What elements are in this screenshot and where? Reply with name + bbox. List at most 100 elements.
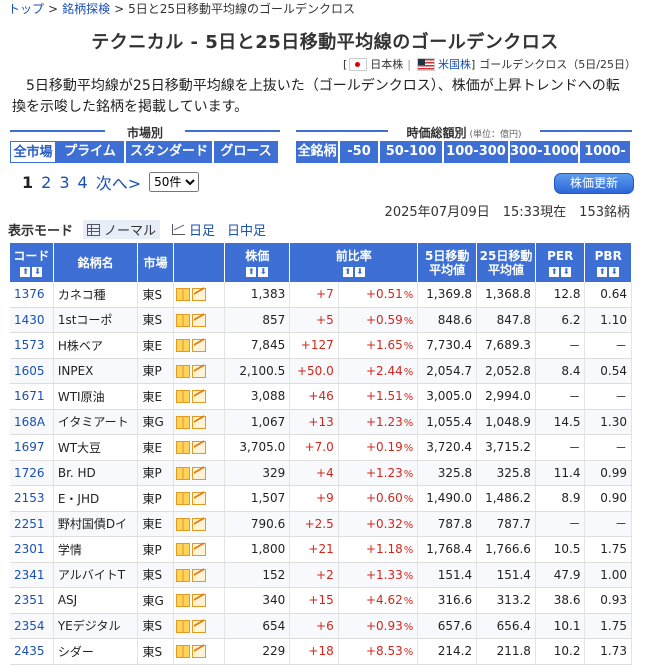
table-row[interactable]: 1430 1stコーポ 東S 857 +5 +0.59% 848.6 847.8 6.2 1.10 <box>10 307 632 333</box>
stock-code-link[interactable]: 2435 <box>10 638 54 665</box>
breadcrumb-search-link[interactable]: 銘柄探検 <box>62 2 110 16</box>
breadcrumb-top-link[interactable]: トップ <box>8 2 44 16</box>
table-row[interactable]: 168A イタミアート 東G 1,067 +13 +1.23% 1,055.4 1,048.9… <box>10 409 632 435</box>
chart-icon[interactable] <box>191 441 206 455</box>
book-icon[interactable] <box>175 415 190 429</box>
book-icon[interactable] <box>175 517 190 531</box>
chart-icon[interactable] <box>191 619 206 633</box>
mode-daily-mid[interactable]: 日中足 <box>227 220 266 239</box>
chart-icon[interactable] <box>191 339 206 353</box>
stock-code-link[interactable]: 2301 <box>10 536 54 563</box>
table-row[interactable]: 1605 INPEX 東P 2,100.5 +50.0 +2.44% 2,054.7 2,05… <box>10 358 632 384</box>
book-icon[interactable] <box>175 492 190 506</box>
sort-down-icon[interactable]: ⬇ <box>561 266 572 277</box>
col-change[interactable]: 前比率 ⬆ ⬇ <box>289 243 419 282</box>
chart-icon[interactable] <box>191 645 206 659</box>
market-cap-tab[interactable]: -50 <box>340 141 380 163</box>
chart-icon[interactable] <box>191 517 206 531</box>
book-icon[interactable] <box>175 339 190 353</box>
stock-code-link[interactable]: 1726 <box>10 460 54 486</box>
sort-down-icon[interactable]: ⬇ <box>354 266 365 277</box>
us-stocks-link[interactable]: 米国株 <box>438 56 471 72</box>
next-page-link[interactable]: 次へ> <box>96 170 141 194</box>
page-link-4[interactable]: 4 <box>78 173 88 192</box>
table-row[interactable]: 2301 学情 東P 1,800 +21 +1.18% 1,768.4 1,766.6 10.5… <box>10 536 632 563</box>
market-cap-tab[interactable]: 全銘柄 <box>296 141 340 163</box>
market-tab[interactable]: グロース <box>214 141 280 163</box>
book-icon[interactable] <box>175 568 190 582</box>
market-cap-tab[interactable]: 300-1000 <box>510 141 580 163</box>
table-row[interactable]: 2351 ASJ 東G 340 +15 +4.62% 316.6 313.2 38.6 0.93 <box>10 587 632 614</box>
stock-code-link[interactable]: 2341 <box>10 562 54 588</box>
book-icon[interactable] <box>175 594 190 608</box>
table-row[interactable]: 1697 WT大豆 東E 3,705.0 +7.0 +0.19% 3,720.4 3,715.… <box>10 434 632 461</box>
book-icon[interactable] <box>175 645 190 659</box>
chart-icon[interactable] <box>191 543 206 557</box>
col-price[interactable]: 株価 ⬆ ⬇ <box>224 243 291 282</box>
page-link-2[interactable]: 2 <box>41 173 51 192</box>
book-icon[interactable] <box>175 543 190 557</box>
sort-up-icon[interactable]: ⬆ <box>20 266 31 277</box>
us-flag-icon[interactable] <box>417 57 435 71</box>
stock-code-link[interactable]: 2153 <box>10 485 54 512</box>
table-row[interactable]: 1726 Br. HD 東P 329 +4 +1.23% 325.8 325.8 11.4 0.9… <box>10 460 632 486</box>
table-row[interactable]: 2153 E・JHD 東P 1,507 +9 +0.60% 1,490.0 1,486.2 8.… <box>10 485 632 512</box>
refresh-prices-button[interactable]: 株価更新 <box>554 173 634 194</box>
stock-code-link[interactable]: 1605 <box>10 358 54 384</box>
book-icon[interactable] <box>175 390 190 404</box>
stock-code-link[interactable]: 168A <box>10 409 54 435</box>
chart-icon[interactable] <box>191 364 206 378</box>
chart-icon[interactable] <box>191 466 206 480</box>
table-row[interactable]: 2354 YEデジタル 東S 654 +6 +0.93% 657.6 656.4 10.1 1.7… <box>10 613 632 639</box>
per-value: － <box>535 511 586 537</box>
stock-code-link[interactable]: 1697 <box>10 434 54 461</box>
sort-down-icon[interactable]: ⬇ <box>258 266 269 277</box>
chart-icon[interactable] <box>191 492 206 506</box>
stock-code-link[interactable]: 1376 <box>10 282 54 308</box>
table-row[interactable]: 1671 WTI原油 東E 3,088 +46 +1.51% 3,005.0 2,994.0 －… <box>10 383 632 410</box>
market-cap-tab[interactable]: 1000- <box>580 141 632 163</box>
stock-code-link[interactable]: 2351 <box>10 587 54 614</box>
sort-up-icon[interactable]: ⬆ <box>246 266 257 277</box>
book-icon[interactable] <box>175 288 190 302</box>
sort-up-icon[interactable]: ⬆ <box>549 266 560 277</box>
table-row[interactable]: 2341 アルバイトT 東S 152 +2 +1.33% 151.4 151.4 47.9 1.0… <box>10 562 632 588</box>
sort-up-icon[interactable]: ⬆ <box>597 266 608 277</box>
market-cap-tab[interactable]: 100-300 <box>444 141 510 163</box>
book-icon[interactable] <box>175 466 190 480</box>
stock-code-link[interactable]: 2354 <box>10 613 54 639</box>
chart-icon[interactable] <box>191 415 206 429</box>
per-value: 10.5 <box>535 536 586 563</box>
col-per[interactable]: PER ⬆ ⬇ <box>535 243 586 282</box>
chart-icon[interactable] <box>191 594 206 608</box>
page-link-3[interactable]: 3 <box>59 173 69 192</box>
per-page-select[interactable]: 50件 <box>149 172 200 192</box>
market-cap-tab[interactable]: 50-100 <box>380 141 444 163</box>
market-tab[interactable]: 全市場 <box>10 141 56 163</box>
table-row[interactable]: 2435 シダー 東S 229 +18 +8.53% 214.2 211.8 10.2 1.73 <box>10 638 632 665</box>
stock-code-link[interactable]: 1573 <box>10 332 54 359</box>
table-row[interactable]: 2251 野村国債Dイ 東E 790.6 +2.5 +0.32% 787.8 787.7 －－ <box>10 511 632 537</box>
chart-icon[interactable] <box>191 390 206 404</box>
stock-code-link[interactable]: 2251 <box>10 511 54 537</box>
mode-daily[interactable]: 日足 <box>172 220 215 239</box>
book-icon[interactable] <box>175 441 190 455</box>
table-row[interactable]: 1573 H株ベア 東E 7,845 +127 +1.65% 7,730.4 7,689.3 －… <box>10 332 632 359</box>
chart-icon[interactable] <box>191 568 206 582</box>
table-row[interactable]: 1376 カネコ種 東S 1,383 +7 +0.51% 1,369.8 1,368.8 12.… <box>10 282 632 308</box>
market-tab[interactable]: スタンダード <box>126 141 214 163</box>
col-pbr[interactable]: PBR ⬆ ⬇ <box>584 243 632 282</box>
mode-normal[interactable]: ノーマル <box>83 220 161 239</box>
book-icon[interactable] <box>175 313 190 327</box>
sort-up-icon[interactable]: ⬆ <box>342 266 353 277</box>
stock-code-link[interactable]: 1671 <box>10 383 54 410</box>
chart-icon[interactable] <box>191 288 206 302</box>
market-tab[interactable]: プライム <box>56 141 126 163</box>
book-icon[interactable] <box>175 619 190 633</box>
stock-code-link[interactable]: 1430 <box>10 307 54 333</box>
col-code[interactable]: コード ⬆ ⬇ <box>10 243 54 282</box>
sort-down-icon[interactable]: ⬇ <box>32 266 43 277</box>
chart-icon[interactable] <box>191 313 206 327</box>
book-icon[interactable] <box>175 364 190 378</box>
sort-down-icon[interactable]: ⬇ <box>609 266 620 277</box>
